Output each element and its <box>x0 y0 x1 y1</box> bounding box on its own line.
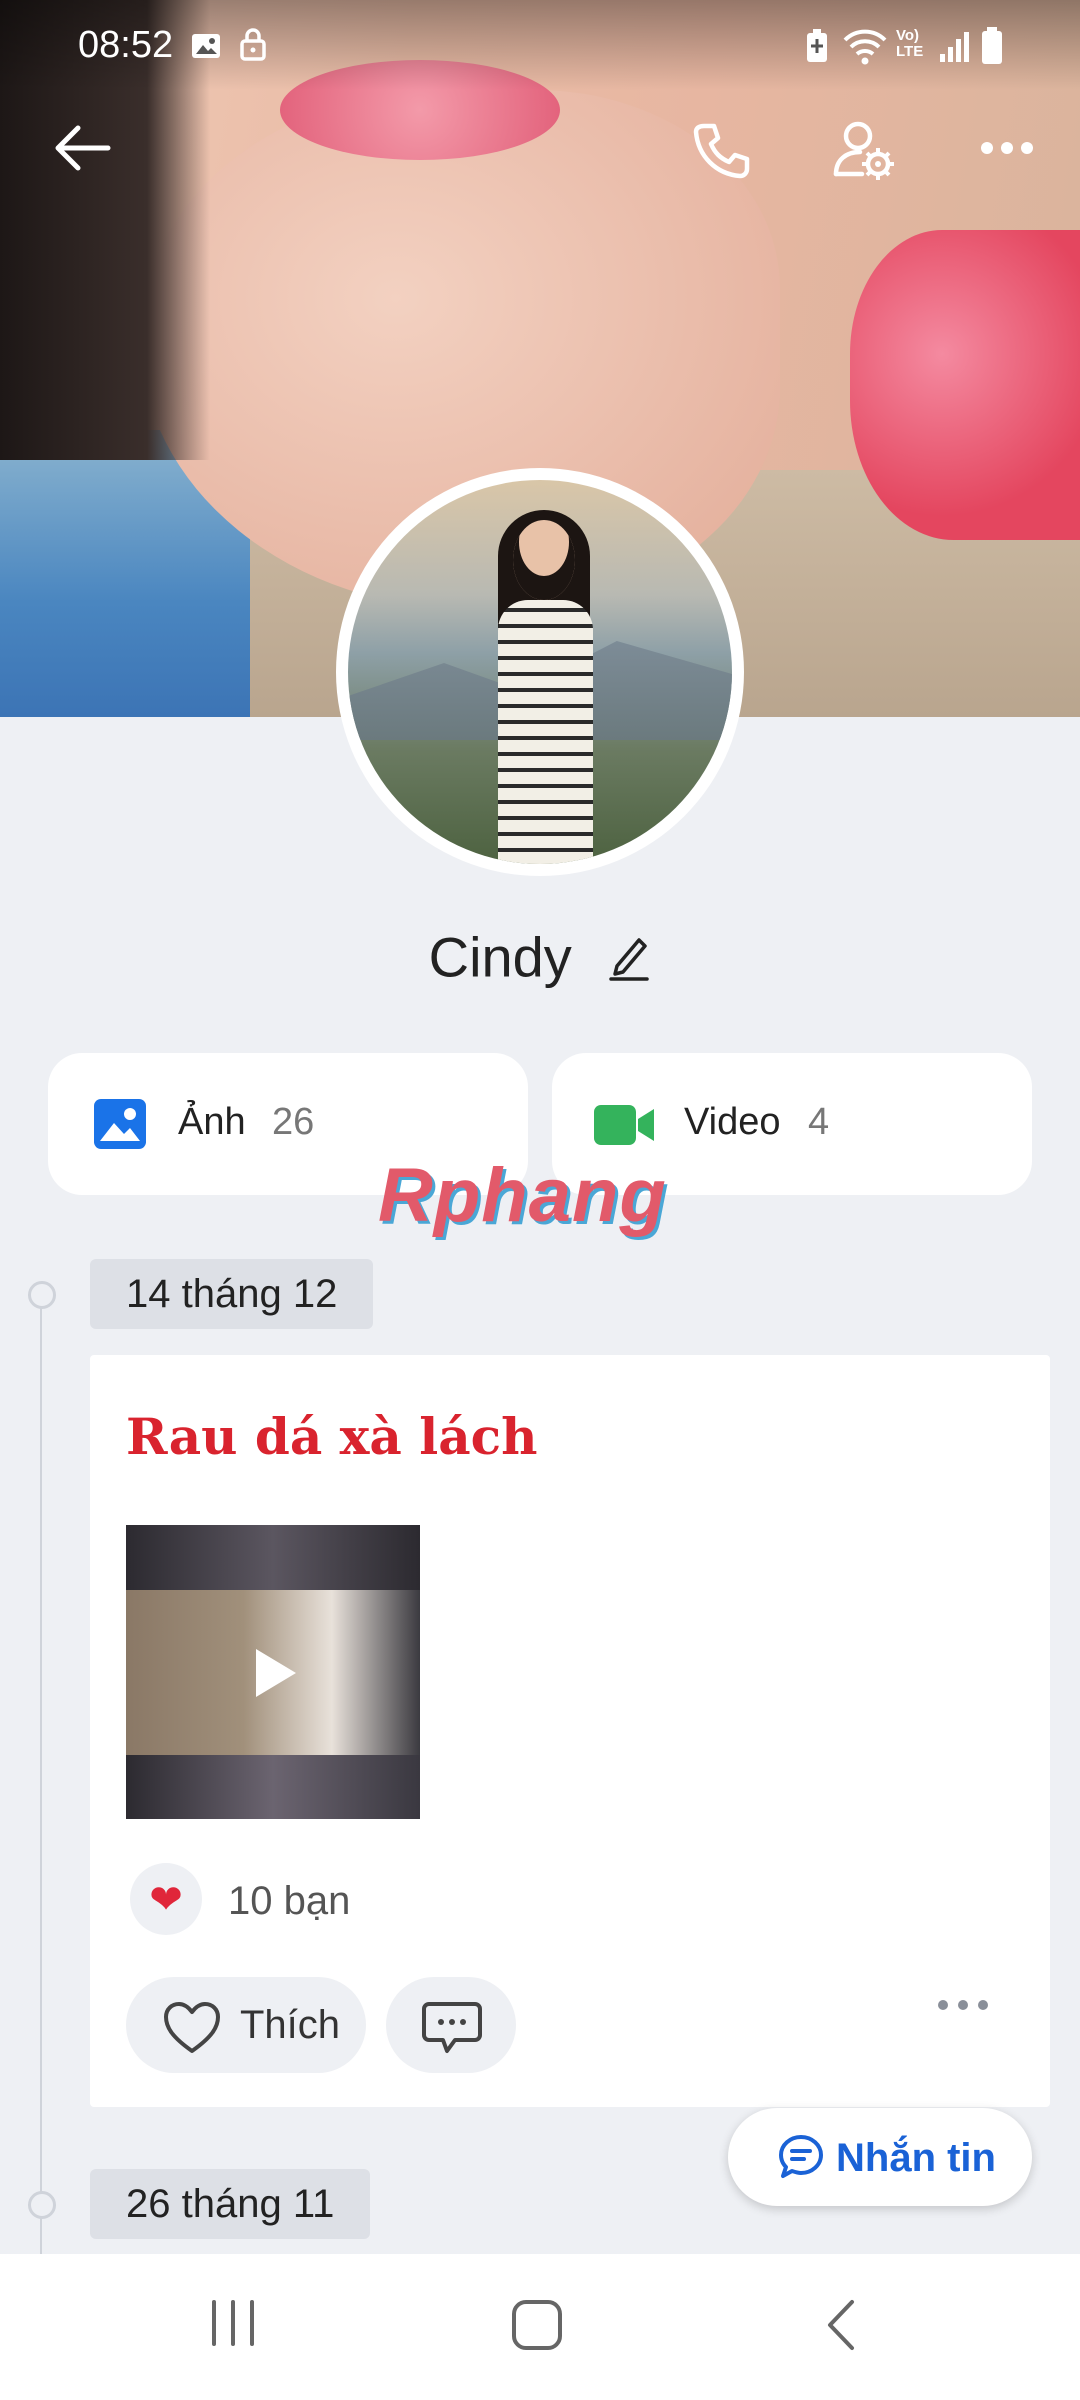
post-more-icon[interactable] <box>936 1995 990 2015</box>
photos-label: Ảnh <box>178 1101 246 1143</box>
video-camera-icon <box>594 1105 654 1145</box>
avatar[interactable] <box>336 468 744 876</box>
back-icon[interactable] <box>822 2298 862 2352</box>
post-video-thumbnail[interactable] <box>126 1525 420 1819</box>
timeline-dot <box>28 1281 56 1309</box>
status-time: 08:52 <box>78 24 174 66</box>
lock-icon <box>240 28 266 61</box>
more-horizontal-icon[interactable] <box>980 136 1034 160</box>
heart-outline-icon <box>164 2002 220 2053</box>
like-button[interactable]: Thích <box>126 1977 366 2073</box>
message-label: Nhắn tin <box>836 2136 996 2180</box>
watermark: Rphang <box>378 1153 667 1238</box>
thumbnail-frame-bottom <box>126 1755 420 1819</box>
image-icon <box>192 34 220 58</box>
heart-icon: ❤ <box>130 1863 202 1935</box>
navigation-bar <box>0 2254 1080 2400</box>
thumbnail-frame-top <box>126 1525 420 1590</box>
comment-button[interactable] <box>386 1977 516 2073</box>
timeline-date: 14 tháng 12 <box>90 1259 374 1329</box>
cover-bikini-side <box>850 230 1080 540</box>
battery-icon <box>982 27 1002 64</box>
photo-icon <box>94 1099 146 1149</box>
post-title: Rau dá xà lách <box>126 1407 538 1466</box>
play-icon <box>256 1649 296 1697</box>
battery-saver-icon <box>807 29 827 62</box>
chat-bubble-icon <box>779 2135 823 2178</box>
timeline-date: 26 tháng 11 <box>90 2169 371 2239</box>
comment-icon <box>422 2002 482 2053</box>
post-card[interactable]: Rau dá xà lách ❤ 10 bạn Thích <box>90 1355 1050 2107</box>
pencil-icon[interactable] <box>607 932 651 982</box>
like-label: Thích <box>240 2003 341 2047</box>
wifi-icon <box>843 29 887 65</box>
avatar-photo <box>348 480 732 864</box>
signal-icon <box>940 32 969 62</box>
profile-name: Cindy <box>428 925 572 989</box>
volte-icon: Vo) LTE <box>896 27 924 60</box>
user-settings-icon[interactable] <box>832 118 896 184</box>
videos-label: Video <box>684 1101 781 1143</box>
reactions-count[interactable]: 10 bạn <box>228 1879 350 1924</box>
profile-name-row: Cindy <box>0 920 1080 990</box>
videos-count: 4 <box>808 1101 830 1143</box>
phone-icon[interactable] <box>690 120 752 182</box>
avatar-dress <box>498 600 593 864</box>
timeline-dot <box>28 2191 56 2219</box>
arrow-left-icon[interactable] <box>52 122 112 174</box>
recent-apps-icon[interactable] <box>208 2298 258 2348</box>
message-button[interactable]: Nhắn tin <box>728 2108 1032 2206</box>
photos-count: 26 <box>272 1101 315 1143</box>
home-icon[interactable] <box>510 2298 564 2352</box>
timeline-line <box>40 1295 42 2255</box>
avatar-head <box>513 520 575 600</box>
